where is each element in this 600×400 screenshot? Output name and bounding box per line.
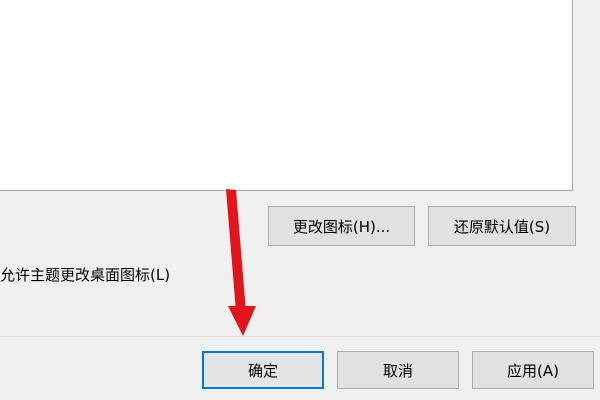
cancel-button[interactable]: 取消 xyxy=(337,351,459,389)
arrow-head xyxy=(228,306,256,336)
desktop-icon-settings-dialog: 更改图标(H)... 还原默认值(S) 允许主题更改桌面图标(L) 确定 取消 … xyxy=(0,0,600,400)
desktop-icon-list[interactable] xyxy=(0,0,573,191)
change-icon-button[interactable]: 更改图标(H)... xyxy=(268,206,415,246)
ok-button[interactable]: 确定 xyxy=(202,351,324,389)
allow-theme-change-icons-checkbox[interactable]: 允许主题更改桌面图标(L) xyxy=(0,262,170,286)
checkbox-label: 允许主题更改桌面图标(L) xyxy=(0,265,171,284)
restore-default-button[interactable]: 还原默认值(S) xyxy=(428,206,576,246)
apply-button[interactable]: 应用(A) xyxy=(472,351,594,389)
arrow-shaft xyxy=(226,189,246,312)
